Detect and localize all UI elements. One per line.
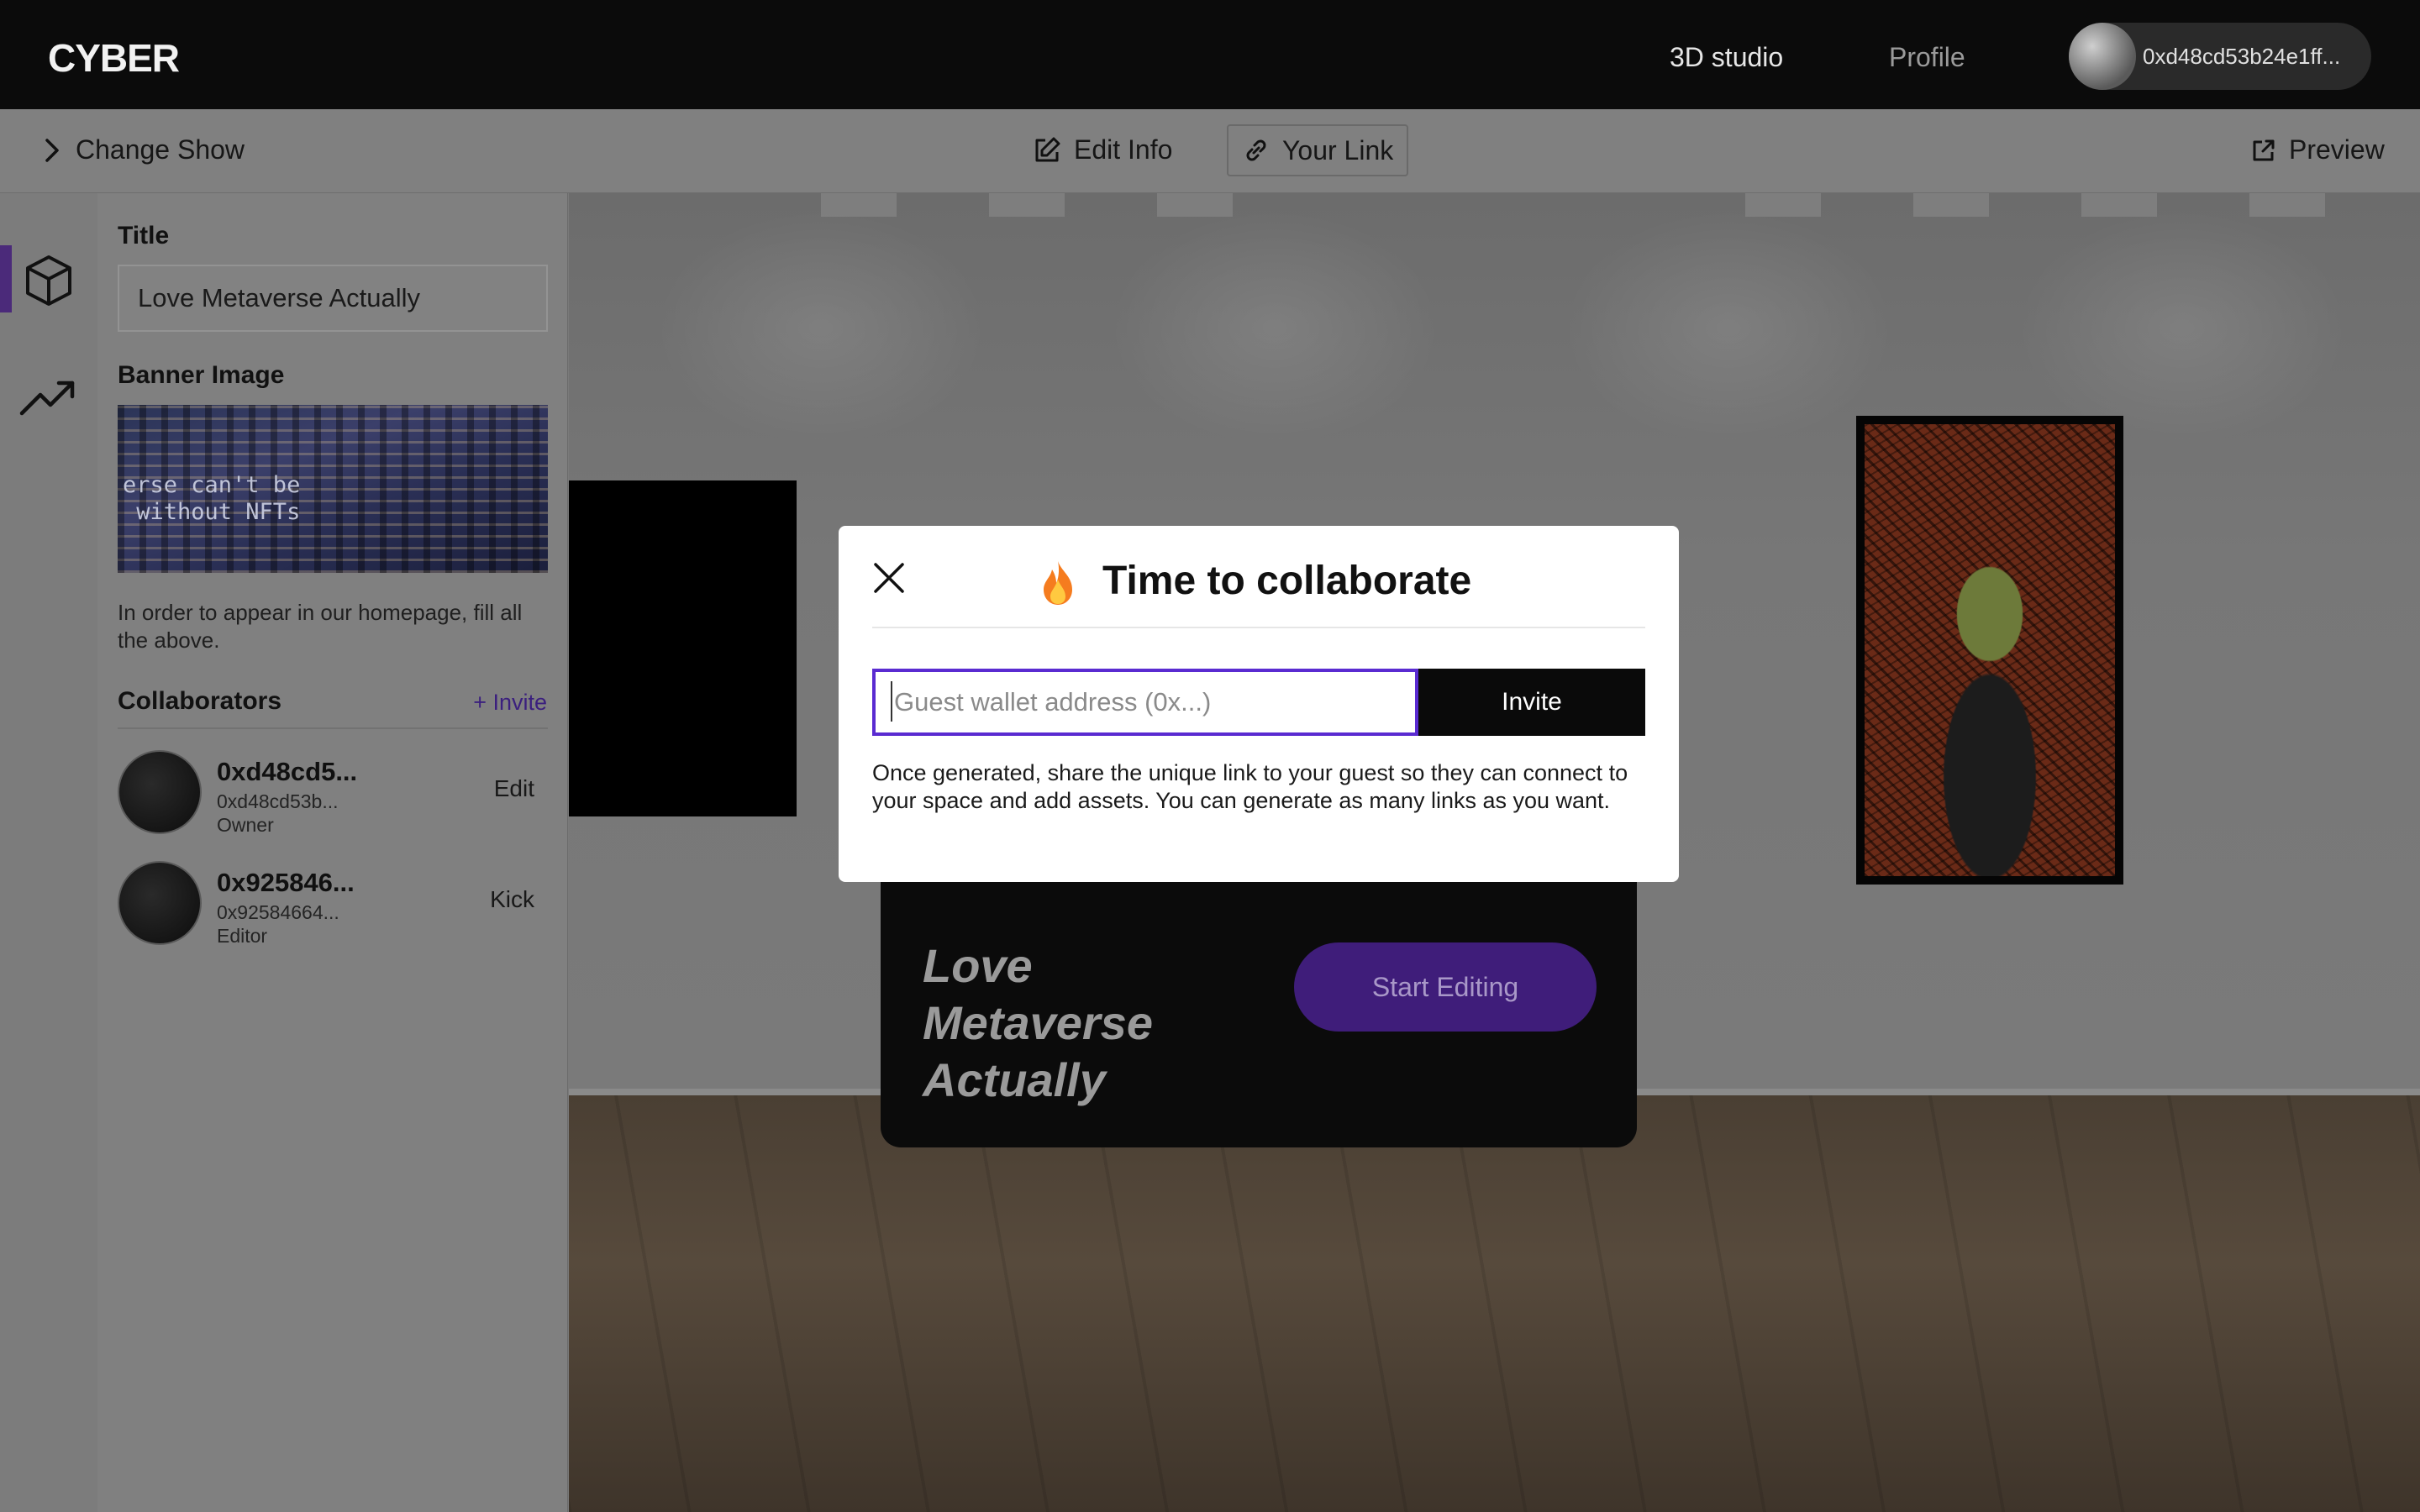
modal-divider <box>872 627 1645 628</box>
your-link-button[interactable]: Your Link <box>1227 124 1409 176</box>
your-link-label: Your Link <box>1282 134 1394 165</box>
wallet-avatar <box>2069 23 2136 90</box>
brand-logo[interactable]: CYBER <box>48 35 180 81</box>
edit-icon <box>1032 135 1062 165</box>
change-show-button[interactable]: Change Show <box>40 134 245 165</box>
wooden-floor <box>569 1095 2420 1512</box>
trending-icon[interactable] <box>18 376 77 423</box>
wallet-address: 0xd48cd53b24e1ff... <box>2143 44 2341 69</box>
artwork-painting[interactable] <box>1856 416 2123 885</box>
artwork-frame-left[interactable] <box>569 480 797 816</box>
kick-collaborator-button[interactable]: Kick <box>490 886 534 913</box>
show-card: Love Metaverse Actually Start Editing <box>881 848 1637 1147</box>
studio-toolbar: Change Show Edit Info Your Link Preview <box>0 109 2420 193</box>
wallet-button[interactable]: 0xd48cd53b24e1ff... <box>2069 23 2371 90</box>
start-editing-button[interactable]: Start Editing <box>1294 942 1597 1032</box>
banner-image-text: erse can't be without NFTs <box>123 472 301 525</box>
chevron-right-icon <box>40 137 64 164</box>
guest-wallet-input[interactable]: Guest wallet address (0x...) <box>872 669 1418 736</box>
collaborate-modal: Time to collaborate Guest wallet address… <box>839 526 1679 882</box>
collaborator-name: 0x925846... <box>217 868 355 897</box>
fire-icon <box>1040 559 1076 611</box>
collaborator-role: Editor <box>217 925 268 947</box>
title-label: Title <box>118 222 170 249</box>
top-header: CYBER 3D studio Profile 0xd48cd53b24e1ff… <box>0 0 2420 109</box>
collaborator-row: 0xd48cd5... 0xd48cd53b... Owner Edit <box>118 750 548 843</box>
edit-collaborator-button[interactable]: Edit <box>494 775 534 802</box>
collaborator-address: 0xd48cd53b... <box>217 790 339 812</box>
active-indicator <box>0 245 12 312</box>
banner-image[interactable]: erse can't be without NFTs <box>118 405 548 573</box>
artwork-image <box>1865 424 2115 876</box>
invite-collaborator-link[interactable]: + Invite <box>473 690 547 716</box>
collaborators-label: Collaborators <box>118 687 282 715</box>
edit-info-button[interactable]: Edit Info <box>1032 134 1172 165</box>
avatar <box>118 750 202 834</box>
left-rail <box>0 193 97 1512</box>
invite-button[interactable]: Invite <box>1418 669 1645 736</box>
nav-3d-studio[interactable]: 3D studio <box>1670 42 1783 73</box>
homepage-hint: In order to appear in our homepage, fill… <box>118 600 523 653</box>
edit-info-label: Edit Info <box>1074 134 1173 165</box>
show-settings-panel: Title Love Metaverse Actually Banner Ima… <box>97 193 568 1512</box>
banner-image-label: Banner Image <box>118 361 285 389</box>
external-link-icon <box>2250 137 2277 164</box>
modal-title: Time to collaborate <box>1102 559 1472 603</box>
link-icon <box>1242 136 1270 165</box>
invite-note: Once generated, share the unique link to… <box>872 760 1628 813</box>
close-icon[interactable] <box>872 561 906 599</box>
collaborator-role: Owner <box>217 814 274 836</box>
collaborator-name: 0xd48cd5... <box>217 757 358 786</box>
change-show-label: Change Show <box>76 134 245 165</box>
title-input[interactable]: Love Metaverse Actually <box>118 265 548 332</box>
preview-label: Preview <box>2289 134 2385 165</box>
collaborator-row: 0x925846... 0x92584664... Editor Kick <box>118 861 548 953</box>
avatar <box>118 861 202 945</box>
cube-icon[interactable] <box>24 254 74 312</box>
show-title: Love Metaverse Actually <box>923 939 1153 1106</box>
preview-button[interactable]: Preview <box>2250 134 2385 165</box>
nav-profile[interactable]: Profile <box>1889 42 1965 73</box>
text-caret <box>891 681 892 722</box>
divider <box>118 727 548 729</box>
collaborator-address: 0x92584664... <box>217 901 339 923</box>
